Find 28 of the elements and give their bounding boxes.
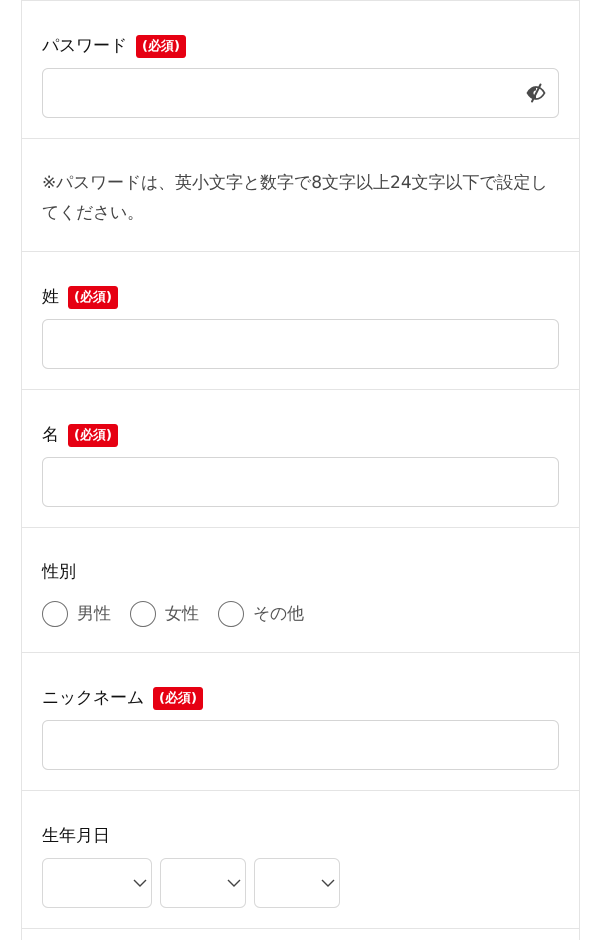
chevron-down-icon — [133, 879, 147, 887]
text-field[interactable] — [42, 319, 559, 369]
chevron-down-icon — [321, 879, 335, 887]
text-field[interactable] — [42, 457, 559, 507]
radio-button[interactable] — [42, 601, 68, 627]
password-field[interactable] — [42, 68, 559, 118]
field-label: 名 — [42, 424, 59, 446]
dropdown-field[interactable] — [42, 858, 152, 908]
radio-button[interactable] — [130, 601, 156, 627]
option-label: その他 — [253, 603, 304, 625]
required-badge: (必須) — [136, 34, 186, 58]
option-label: 女性 — [165, 603, 199, 625]
dropdown-field[interactable] — [254, 858, 340, 908]
required-badge: (必須) — [153, 686, 203, 710]
eye-slash-icon[interactable] — [526, 83, 546, 103]
dropdown-field[interactable] — [160, 858, 246, 908]
hint-text: ※パスワードは、英小文字と数字で8文字以上24文字以下で設定してください。 — [42, 172, 549, 225]
chevron-down-icon — [227, 879, 241, 887]
required-badge: (必須) — [68, 286, 118, 308]
field-label: ニックネーム — [42, 687, 144, 709]
field-label: パスワード — [42, 35, 127, 57]
field-label: 姓 — [42, 286, 59, 308]
field-label: 生年月日 — [42, 825, 110, 847]
required-badge: (必須) — [68, 424, 118, 446]
field-label: 性別 — [42, 561, 76, 583]
text-field[interactable] — [42, 720, 559, 770]
option-label: 男性 — [77, 603, 111, 625]
radio-button[interactable] — [218, 601, 244, 627]
